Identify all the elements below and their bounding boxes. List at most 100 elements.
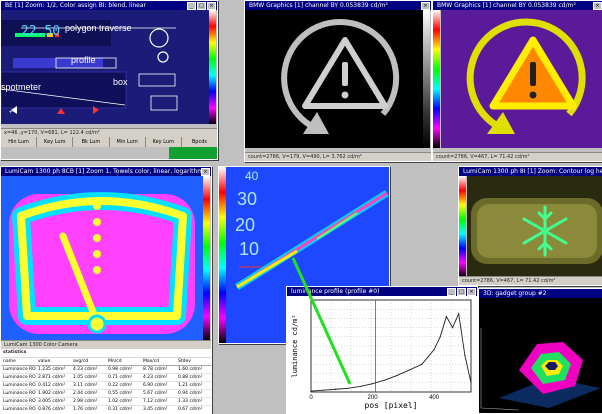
close-button[interactable]: × — [201, 167, 210, 176]
gadget-title: 3D: gadget group #2 — [483, 290, 547, 297]
data-point — [458, 313, 460, 315]
table-cell: 2.871 cd/m² — [38, 375, 66, 380]
table-cell: Luminance ROI 4 — [3, 391, 36, 396]
maximize-button[interactable]: □ — [197, 1, 206, 10]
polygon-traverse-label: polygon traverse — [65, 23, 132, 33]
dashboard-tabbar: Hin Lum Key Lum Bk Lum Min Lum Key Lum B… — [1, 137, 217, 147]
warning-color-titlebar[interactable]: BMW Graphics [1] channel BY 0.053839 cd/… — [433, 1, 602, 10]
table-cell: 8.78 cd/m² — [143, 367, 168, 372]
data-point — [439, 336, 441, 338]
stats-column-header[interactable]: Mn/cd — [106, 358, 141, 365]
tab-bk-lum[interactable]: Bk Lum — [73, 137, 110, 147]
stats-column-header[interactable]: Max/cd — [141, 358, 176, 365]
gadget-window: 3D: gadget group #2 — [478, 288, 602, 414]
table-cell: 1.60 cd/m² — [178, 367, 203, 372]
dashboard-titlebar[interactable]: BE [1] Zoom: 1/2, Color assign BI: blend… — [1, 1, 217, 10]
box-label: box — [113, 77, 128, 87]
warning-bw-window: BMW Graphics [1] channel BY 0.053839 cd/… — [244, 0, 432, 162]
table-cell: 1.02 cd/m² — [108, 399, 133, 404]
warning-bw-title: BMW Graphics [1] channel BY 0.053839 cd/… — [249, 2, 388, 9]
snowflake-window: LumiCam 1300 ph 8I [1] Zoom: Contour log… — [458, 166, 602, 286]
table-cell: 0.55 cd/m² — [108, 391, 133, 396]
scale-label-20: 20 — [235, 215, 256, 235]
table-cell: 0.98 cd/m² — [108, 367, 133, 372]
table-cell: Luminance ROI 5 — [3, 399, 36, 404]
scale-label-10: 10 — [239, 239, 260, 259]
scale-label-30: 30 — [237, 189, 258, 209]
maximize-button[interactable]: □ — [457, 287, 466, 296]
data-point — [408, 369, 411, 371]
table-row[interactable]: Luminance ROI 30.412 cd/m² 3.11 cd/m² 0.22… — [1, 382, 211, 390]
snowflake-titlebar[interactable]: LumiCam 1300 ph 8I [1] Zoom: Contour log… — [459, 167, 602, 176]
stats-column-header[interactable]: name — [1, 358, 36, 365]
warning-color-window: BMW Graphics [1] channel BY 0.053839 cd/… — [432, 0, 602, 162]
tab-hin-lum[interactable]: Hin Lum — [1, 137, 38, 147]
snowflake-image[interactable] — [467, 176, 602, 277]
stats-rows: Luminance ROI 11.235 cd/m² 4.23 cd/m² 0.98… — [1, 366, 211, 413]
table-cell: Luminance ROI 3 — [3, 383, 36, 388]
close-button[interactable]: × — [421, 1, 430, 10]
tab-min-lum[interactable]: Min Lum — [110, 137, 146, 147]
tab-key-lum-2[interactable]: Key Lum — [146, 137, 182, 147]
table-cell: 4.23 cd/m² — [73, 367, 98, 372]
table-cell: 0.22 cd/m² — [108, 383, 133, 388]
x-tick-label: 0 — [309, 395, 313, 401]
table-row[interactable]: Luminance ROI 41.902 cd/m² 2.44 cd/m² 0.55… — [1, 390, 211, 398]
stats-column-header[interactable]: Stdev — [176, 358, 211, 365]
close-button[interactable]: × — [467, 287, 476, 296]
profile-titlebar[interactable]: luminance profile (profile #0) _ □ × — [287, 287, 477, 296]
data-point — [464, 354, 466, 356]
data-point — [359, 385, 361, 388]
warning-color-status: count=2786, V=467, L= 71.42 cd/m² — [433, 152, 602, 161]
dashboard-image[interactable]: + 22.50 polygon traverse profile spotmet… — [1, 10, 209, 124]
tab-bpcds[interactable]: Bpcds — [182, 137, 217, 147]
luminance-profile-chart[interactable]: 0 200 400pos [pixel]luminance cd/m² — [287, 296, 477, 413]
stats-heading: statistics — [1, 349, 211, 358]
table-row[interactable]: Luminance ROI 60.876 cd/m²1.76 cd/m²0.31… — [1, 406, 211, 413]
stats-column-header[interactable]: avg/cd — [71, 358, 106, 365]
table-cell: 1.902 cd/m² — [38, 391, 66, 396]
table-cell: 7.12 cd/m² — [143, 399, 168, 404]
tab-key-lum[interactable]: Key Lum — [37, 137, 74, 147]
dashboard-status: x=46 ,y=170, V=681, L= 122.4 cd/m² — [1, 128, 217, 137]
table-cell: 3.11 cd/m² — [73, 383, 98, 388]
warning-color-image[interactable] — [441, 10, 602, 148]
gadget-3d-view[interactable] — [479, 298, 602, 413]
stats-header-row: name value avg/cd Mn/cd Max/cd Stdev — [1, 358, 211, 366]
color-scale — [219, 167, 226, 343]
table-cell: 2.44 cd/m² — [73, 391, 98, 396]
data-point — [451, 327, 454, 329]
warning-bw-titlebar[interactable]: BMW Graphics [1] channel BY 0.053839 cd/… — [245, 1, 431, 10]
data-point — [347, 387, 349, 389]
wiper-image[interactable] — [1, 176, 203, 340]
table-row[interactable]: Luminance ROI 53.005 cd/m² 2.98 cd/m² 1.02… — [1, 398, 211, 406]
wiper-window: LumiCam 1300 ph 8CB [1] Zoom 1, Towels c… — [0, 166, 212, 414]
minimize-button[interactable]: _ — [187, 1, 196, 10]
rotation-arrow-icon — [281, 19, 400, 131]
wiper-status: LumiCam 1300 Color Camera — [1, 340, 211, 349]
profile-window: luminance profile (profile #0) _ □ × 0 20… — [286, 286, 478, 414]
warning-bw-image[interactable] — [245, 10, 423, 148]
color-scale — [203, 176, 210, 340]
close-button[interactable]: × — [207, 1, 216, 10]
table-cell: Luminance ROI 1 — [3, 367, 36, 372]
data-point — [371, 383, 374, 385]
table-cell: 1.21 cd/m² — [178, 383, 203, 388]
wiper-titlebar[interactable]: LumiCam 1300 ph 8CB [1] Zoom 1, Towels c… — [1, 167, 211, 176]
scale-label-40: 40 — [245, 169, 259, 183]
gadget-titlebar[interactable]: 3D: gadget group #2 — [479, 289, 602, 298]
table-row[interactable]: Luminance ROI 22.871 cd/m² 1.05 cd/m² 0.71… — [1, 374, 211, 382]
data-point — [433, 349, 435, 351]
table-cell: 3.005 cd/m² — [38, 399, 66, 404]
close-button[interactable]: × — [593, 1, 602, 10]
minimize-button[interactable]: _ — [447, 287, 456, 296]
table-row[interactable]: Luminance ROI 11.235 cd/m² 4.23 cd/m² 0.98… — [1, 366, 211, 374]
stats-column-header[interactable]: value — [36, 358, 71, 365]
data-point — [445, 315, 447, 318]
data-point — [421, 363, 423, 365]
color-scale — [423, 10, 430, 148]
table-cell: 1.235 cd/m² — [38, 367, 66, 372]
data-point — [322, 389, 324, 391]
snowflake-status: count=2786, V=467, L= 71.42 cd/m² — [459, 276, 602, 285]
warning-color-title: BMW Graphics [1] channel BY 0.053839 cd/… — [437, 2, 576, 9]
